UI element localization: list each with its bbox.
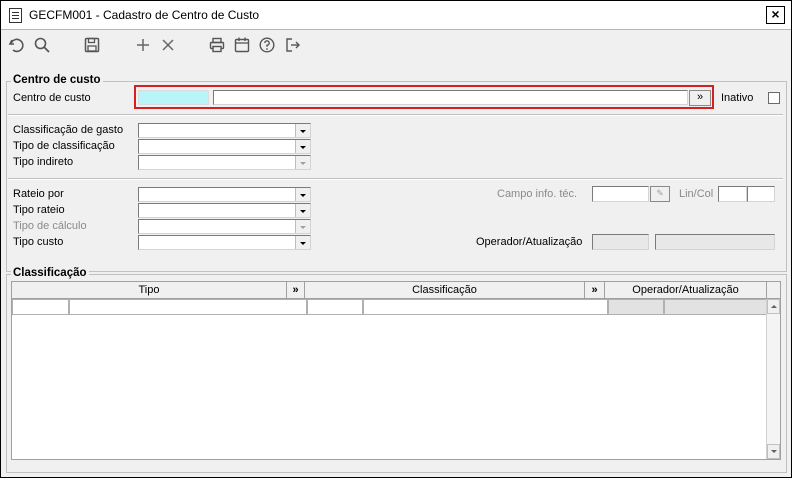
centro-de-custo-legend: Centro de custo (11, 74, 103, 86)
campo-info-tec-label: Campo info. téc. (497, 188, 578, 200)
scroll-up-icon[interactable] (767, 299, 780, 314)
exit-icon[interactable] (282, 34, 304, 56)
chevron-down-icon[interactable] (295, 188, 310, 201)
grid-cell-classificacao-code[interactable] (307, 299, 363, 315)
classificacao-legend: Classificação (11, 267, 89, 279)
calendar-icon[interactable] (231, 34, 253, 56)
centro-de-custo-lookup-button[interactable]: » (689, 90, 711, 106)
tipo-custo-select[interactable] (138, 235, 311, 250)
chevron-down-icon[interactable] (295, 236, 310, 249)
chevron-down-icon[interactable] (295, 204, 310, 217)
title-bar: GECFM001 - Cadastro de Centro de Custo × (1, 1, 791, 30)
rateio-por-select[interactable] (138, 187, 311, 202)
campo-info-tec-lookup-button[interactable]: ✎ (650, 186, 670, 202)
search-icon[interactable] (31, 34, 53, 56)
tipo-classificacao-label: Tipo de classificação (13, 140, 115, 152)
chevron-down-icon[interactable] (295, 140, 310, 153)
edit-icon: ✎ (656, 188, 664, 198)
tipo-indireto-select[interactable] (138, 155, 311, 170)
tipo-rateio-label: Tipo rateio (13, 204, 65, 216)
column-header-classificacao[interactable]: Classificação (305, 282, 585, 299)
centro-de-custo-code-input[interactable] (138, 90, 209, 105)
inativo-label: Inativo (721, 92, 754, 104)
grid-cell-operador (608, 299, 664, 315)
col-input[interactable] (747, 186, 775, 202)
document-icon (9, 8, 22, 23)
divider-highlight (8, 179, 783, 180)
operador-input (592, 234, 649, 250)
atualizacao-input (655, 234, 775, 250)
chevron-down-icon[interactable] (295, 220, 310, 233)
header-spacer (767, 282, 780, 299)
centro-de-custo-description-input[interactable] (213, 90, 688, 105)
lin-col-label: Lin/Col (679, 188, 714, 200)
chevron-down-icon[interactable] (295, 124, 310, 137)
help-icon[interactable] (256, 34, 278, 56)
print-icon[interactable] (206, 34, 228, 56)
tipo-custo-label: Tipo custo (13, 236, 64, 248)
scroll-down-icon[interactable] (767, 444, 780, 459)
tipo-rateio-select[interactable] (138, 203, 311, 218)
tipo-indireto-label: Tipo indireto (13, 156, 74, 168)
toolbar (1, 30, 791, 60)
classificacao-gasto-label: Classificação de gasto (13, 124, 124, 136)
grid-cell-tipo-code[interactable] (12, 299, 69, 315)
column-header-operador-atualizacao[interactable]: Operador/Atualização (605, 282, 767, 299)
delete-icon[interactable] (157, 34, 179, 56)
grid-cell-atualizacao (664, 299, 768, 315)
add-icon[interactable] (132, 34, 154, 56)
form-panel: Centro de custo Centro de custo » Inativ… (1, 61, 791, 477)
classificacao-lookup-button[interactable]: » (585, 282, 605, 299)
undo-icon[interactable] (5, 34, 27, 56)
tipo-classificacao-select[interactable] (138, 139, 311, 154)
campo-info-tec-input[interactable] (592, 186, 649, 202)
operador-atualizacao-label: Operador/Atualização (476, 236, 583, 248)
grid-cell-tipo-desc[interactable] (69, 299, 307, 315)
window-title: GECFM001 - Cadastro de Centro de Custo (29, 8, 260, 22)
main-window: GECFM001 - Cadastro de Centro de Custo × (0, 0, 792, 478)
grid-vertical-scrollbar[interactable] (766, 299, 780, 459)
tipo-lookup-button[interactable]: » (287, 282, 305, 299)
chevron-down-icon[interactable] (295, 156, 310, 169)
save-icon[interactable] (81, 34, 103, 56)
tipo-calculo-label: Tipo de cálculo (13, 220, 87, 232)
grid-cell-classificacao-desc[interactable] (363, 299, 608, 315)
classificacao-gasto-select[interactable] (138, 123, 311, 138)
centro-de-custo-label: Centro de custo (13, 92, 91, 104)
close-button[interactable]: × (766, 6, 785, 24)
lin-input[interactable] (718, 186, 747, 202)
inativo-checkbox[interactable] (768, 92, 780, 104)
tipo-calculo-select[interactable] (138, 219, 311, 234)
divider-highlight (8, 115, 783, 116)
column-header-tipo[interactable]: Tipo (12, 282, 287, 299)
classificacao-grid: Tipo » Classificação » Operador/Atualiza… (11, 281, 781, 460)
rateio-por-label: Rateio por (13, 188, 64, 200)
